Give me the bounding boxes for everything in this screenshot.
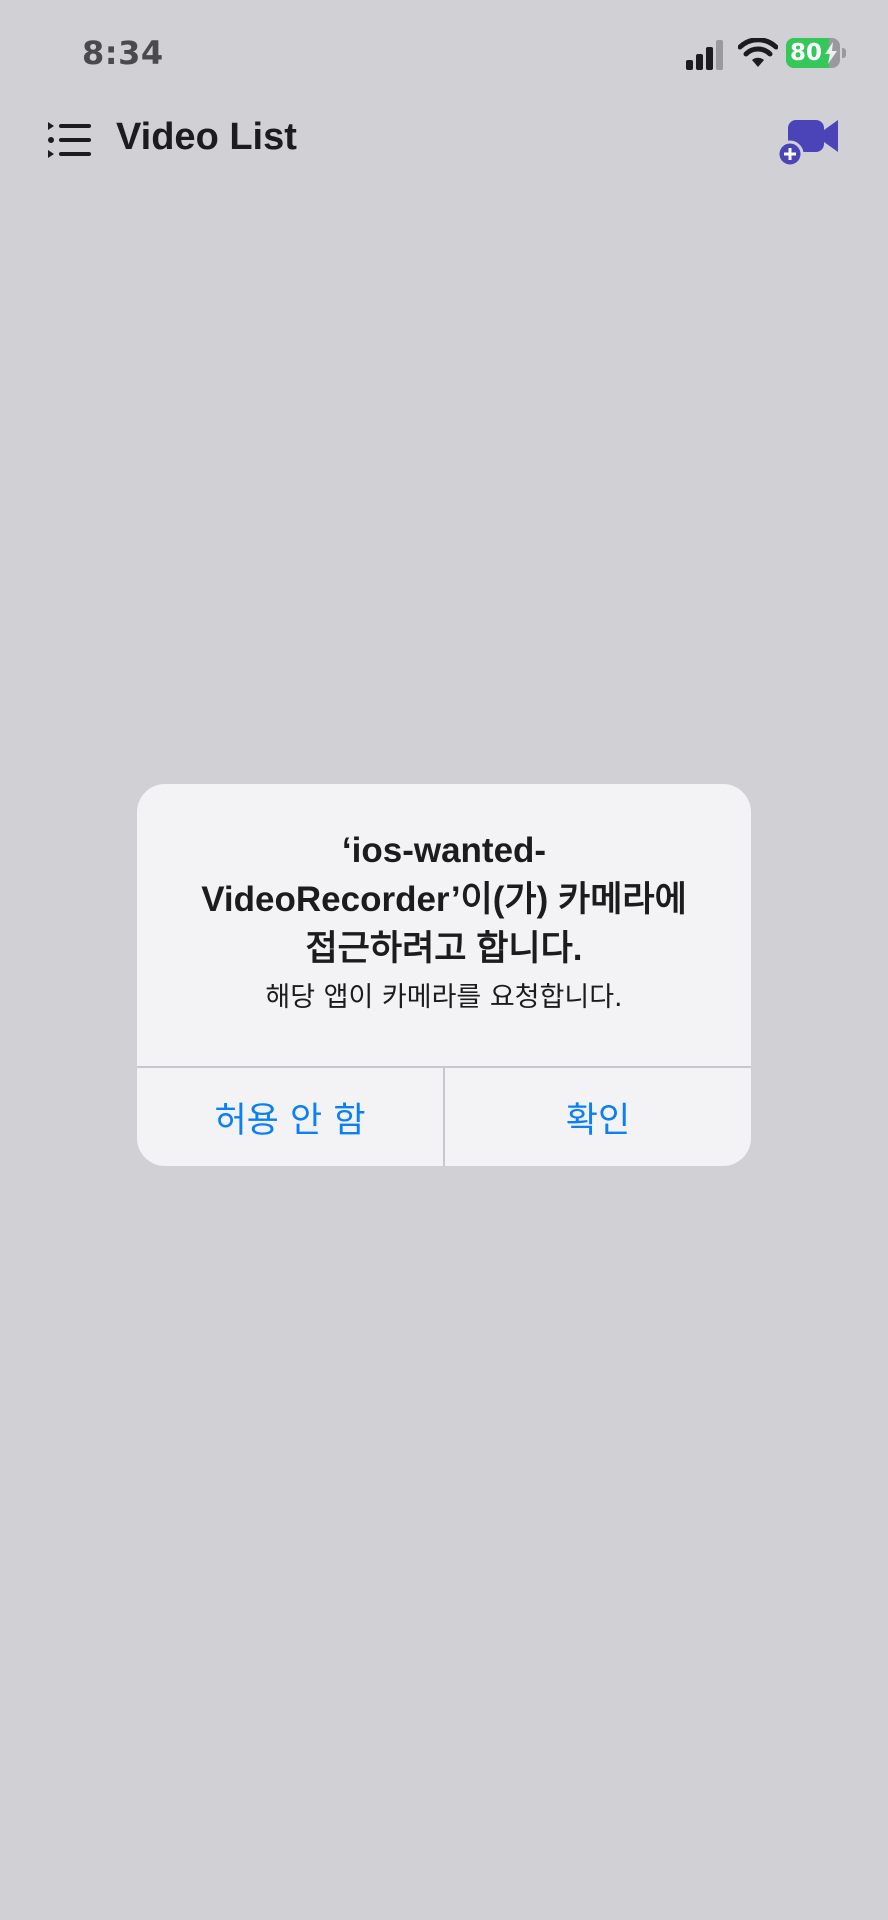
charging-bolt-icon	[825, 42, 837, 64]
battery-cap	[842, 48, 846, 58]
battery-level-text: 80	[790, 40, 823, 66]
navigation-bar: Video List	[0, 110, 888, 174]
battery-body: 80	[786, 38, 840, 68]
alert-title-line: VideoRecorder’이(가) 카메라에	[201, 880, 687, 919]
deny-button[interactable]: 허용 안 함	[137, 1068, 443, 1166]
alert-title-line: 접근하려고 합니다.	[305, 929, 583, 968]
wifi-icon	[738, 38, 778, 67]
list-icon[interactable]	[48, 122, 92, 160]
alert-title-line: ‘ios-wanted-	[341, 831, 547, 870]
alert-title: ‘ios-wanted- VideoRecorder’이(가) 카메라에 접근하…	[167, 826, 721, 973]
ok-button[interactable]: 확인	[445, 1068, 751, 1166]
video-add-icon[interactable]	[778, 114, 842, 170]
nav-title: Video List	[116, 116, 297, 158]
status-bar: 8:34 80	[0, 0, 888, 110]
cellular-signal-icon	[686, 40, 723, 70]
alert-message: 해당 앱이 카메라를 요청합니다.	[265, 982, 623, 1013]
permission-alert: ‘ios-wanted- VideoRecorder’이(가) 카메라에 접근하…	[137, 784, 751, 1166]
status-time: 8:34	[82, 34, 164, 72]
